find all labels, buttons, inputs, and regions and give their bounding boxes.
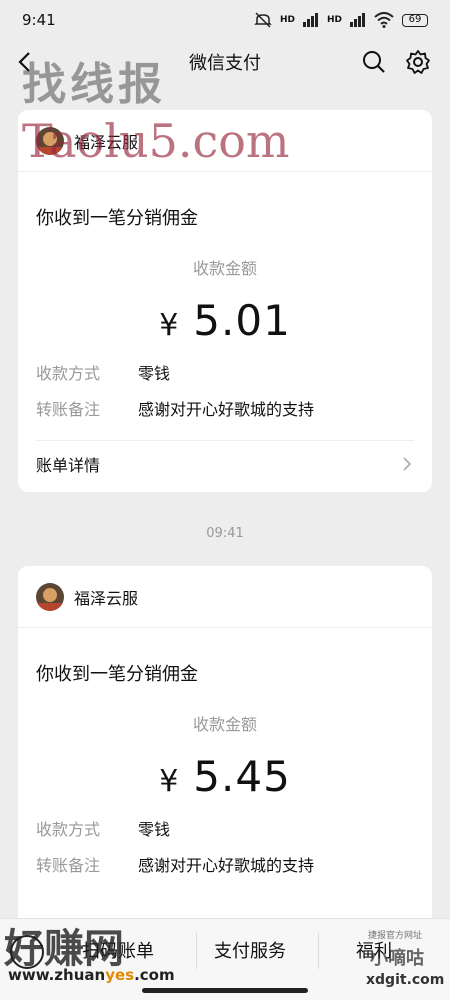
- keyboard-toggle-button[interactable]: [10, 935, 44, 969]
- transfer-note-label: 转账备注: [36, 400, 101, 419]
- chevron-right-icon: [403, 456, 412, 471]
- menu-item-benefits[interactable]: 福利: [356, 937, 392, 963]
- nav-bar: 微信支付: [0, 40, 450, 84]
- currency-symbol: ¥: [159, 308, 180, 343]
- payment-method-label: 收款方式: [36, 364, 101, 383]
- status-icons: HD HD 69: [254, 12, 428, 28]
- mute-icon: [254, 12, 272, 28]
- payment-card: 福泽云服 你收到一笔分销佣金 收款金额 ¥5.01 收款方式 零钱 转账备注 感…: [18, 110, 432, 492]
- card-header[interactable]: 福泽云服: [18, 110, 432, 172]
- message-title: 你收到一笔分销佣金: [36, 208, 198, 229]
- status-time: 9:41: [22, 11, 56, 29]
- avatar: [36, 582, 64, 611]
- gear-icon[interactable]: [404, 48, 432, 76]
- menu-divider: [318, 933, 319, 969]
- wifi-icon: [374, 12, 394, 28]
- amount-value: ¥5.01: [36, 288, 414, 354]
- sender-name: 福泽云服: [74, 588, 139, 608]
- menu-item-scan[interactable]: 扫码账单: [82, 937, 154, 963]
- transfer-note-row: 转账备注 感谢对开心好歌城的支持: [36, 390, 414, 426]
- signal-icon-2: [350, 13, 365, 27]
- message-title: 你收到一笔分销佣金: [36, 664, 198, 685]
- amount-number: 5.01: [193, 296, 291, 345]
- page-title: 微信支付: [189, 53, 261, 74]
- signal-1-label: HD: [279, 15, 295, 25]
- payment-method-label: 收款方式: [36, 820, 101, 839]
- amount-label: 收款金额: [192, 715, 257, 734]
- menu-divider: [196, 933, 197, 969]
- payment-method-row: 收款方式 零钱: [36, 354, 414, 390]
- battery-indicator: 69: [402, 13, 428, 27]
- payment-card: 福泽云服 你收到一笔分销佣金 收款金额 ¥5.45 收款方式 零钱 转账备注 感…: [18, 566, 432, 946]
- signal-icon: [302, 13, 318, 27]
- payment-method-value: 零钱: [138, 820, 171, 839]
- bill-detail-label: 账单详情: [36, 455, 101, 475]
- back-icon[interactable]: [12, 48, 40, 76]
- transfer-note-value: 感谢对开心好歌城的支持: [138, 856, 315, 875]
- amount-label: 收款金额: [192, 259, 257, 278]
- status-bar: 9:41 HD HD 69: [0, 0, 450, 40]
- transfer-note-value: 感谢对开心好歌城的支持: [138, 400, 315, 419]
- currency-symbol: ¥: [159, 764, 180, 799]
- menu-item-pay-service[interactable]: 支付服务: [214, 937, 286, 963]
- card-header[interactable]: 福泽云服: [18, 566, 432, 628]
- time-separator: 09:41: [206, 526, 244, 541]
- avatar: [36, 126, 64, 155]
- home-indicator: [142, 988, 308, 993]
- amount-number: 5.45: [193, 752, 291, 801]
- transfer-note-label: 转账备注: [36, 856, 101, 875]
- bill-detail-link[interactable]: 账单详情: [36, 440, 414, 486]
- transfer-note-row: 转账备注 感谢对开心好歌城的支持: [36, 846, 414, 882]
- sender-name: 福泽云服: [74, 132, 139, 152]
- signal-2-label: HD: [326, 15, 342, 25]
- payment-method-row: 收款方式 零钱: [36, 810, 414, 846]
- amount-value: ¥5.45: [36, 744, 414, 810]
- search-icon[interactable]: [360, 48, 388, 76]
- payment-method-value: 零钱: [138, 364, 171, 383]
